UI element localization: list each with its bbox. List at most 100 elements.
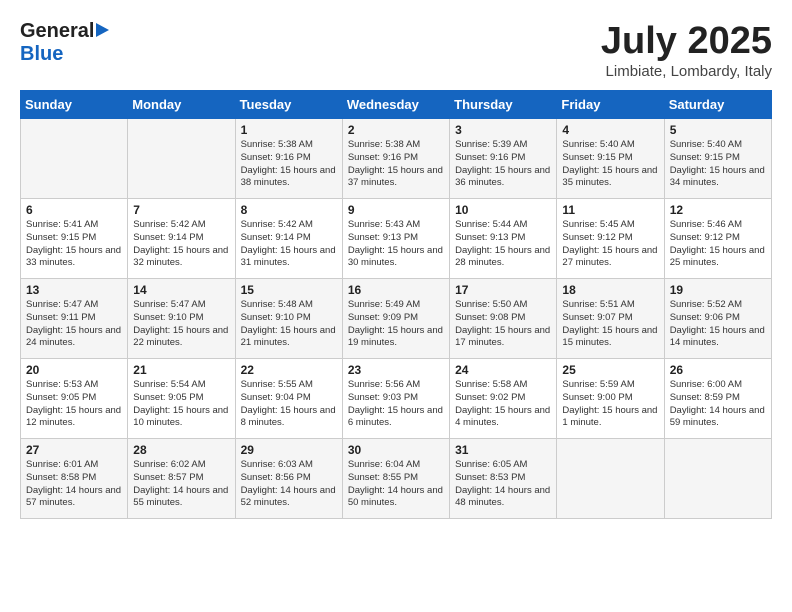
cell-sun-info: Sunrise: 5:47 AM Sunset: 9:10 PM Dayligh… <box>133 299 229 350</box>
cell-sun-info: Sunrise: 6:03 AM Sunset: 8:56 PM Dayligh… <box>241 459 337 510</box>
calendar-cell: 25Sunrise: 5:59 AM Sunset: 9:00 PM Dayli… <box>557 359 664 439</box>
calendar-week-row: 1 Sunrise: 5:38 AM Sunset: 9:16 PM Daylig… <box>21 119 772 199</box>
day-number: 1 <box>241 123 337 137</box>
cell-sun-info: Sunrise: 6:05 AM Sunset: 8:53 PM Dayligh… <box>455 459 551 510</box>
calendar-week-row: 6Sunrise: 5:41 AM Sunset: 9:15 PM Daylig… <box>21 199 772 279</box>
calendar-cell: 13Sunrise: 5:47 AM Sunset: 9:11 PM Dayli… <box>21 279 128 359</box>
cell-sun-info: Sunrise: 5:38 AM Sunset: 9:16 PM Dayligh… <box>348 139 444 190</box>
day-number: 15 <box>241 283 337 297</box>
cell-sun-info: Sunrise: 5:39 AM Sunset: 9:16 PM Dayligh… <box>455 139 551 190</box>
day-number: 4 <box>562 123 658 137</box>
calendar-cell <box>21 119 128 199</box>
cell-sun-info: Sunrise: 5:59 AM Sunset: 9:00 PM Dayligh… <box>562 379 658 430</box>
day-number: 31 <box>455 443 551 457</box>
calendar-cell: 19 Sunrise: 5:52 AM Sunset: 9:06 PM Dayli… <box>664 279 771 359</box>
day-number: 21 <box>133 363 229 377</box>
cell-sun-info: Sunrise: 5:40 AM Sunset: 9:15 PM Dayligh… <box>670 139 766 190</box>
cell-sun-info: Sunrise: 5:47 AM Sunset: 9:11 PM Dayligh… <box>26 299 122 350</box>
cell-sun-info: Sunrise: 5:58 AM Sunset: 9:02 PM Dayligh… <box>455 379 551 430</box>
calendar-cell <box>664 439 771 519</box>
calendar-cell: 14 Sunrise: 5:47 AM Sunset: 9:10 PM Dayli… <box>128 279 235 359</box>
calendar-cell: 16Sunrise: 5:49 AM Sunset: 9:09 PM Dayli… <box>342 279 449 359</box>
day-number: 28 <box>133 443 229 457</box>
calendar-cell: 11Sunrise: 5:45 AM Sunset: 9:12 PM Dayli… <box>557 199 664 279</box>
cell-sun-info: Sunrise: 5:38 AM Sunset: 9:16 PM Dayligh… <box>241 139 337 190</box>
day-number: 2 <box>348 123 444 137</box>
day-number: 29 <box>241 443 337 457</box>
cell-sun-info: Sunrise: 5:43 AM Sunset: 9:13 PM Dayligh… <box>348 219 444 270</box>
logo: General Blue <box>20 20 109 66</box>
calendar-cell: 6Sunrise: 5:41 AM Sunset: 9:15 PM Daylig… <box>21 199 128 279</box>
cell-sun-info: Sunrise: 5:49 AM Sunset: 9:09 PM Dayligh… <box>348 299 444 350</box>
calendar-cell: 4 Sunrise: 5:40 AM Sunset: 9:15 PM Daylig… <box>557 119 664 199</box>
day-number: 9 <box>348 203 444 217</box>
day-number: 8 <box>241 203 337 217</box>
calendar-cell: 24 Sunrise: 5:58 AM Sunset: 9:02 PM Dayli… <box>450 359 557 439</box>
cell-sun-info: Sunrise: 5:48 AM Sunset: 9:10 PM Dayligh… <box>241 299 337 350</box>
cell-sun-info: Sunrise: 5:42 AM Sunset: 9:14 PM Dayligh… <box>133 219 229 270</box>
calendar-cell <box>557 439 664 519</box>
calendar-cell: 26 Sunrise: 6:00 AM Sunset: 8:59 PM Dayli… <box>664 359 771 439</box>
weekday-header-thursday: Thursday <box>450 91 557 119</box>
logo-arrow-icon <box>96 23 109 37</box>
day-number: 18 <box>562 283 658 297</box>
day-number: 30 <box>348 443 444 457</box>
location-text: Limbiate, Lombardy, Italy <box>601 63 772 80</box>
cell-sun-info: Sunrise: 6:00 AM Sunset: 8:59 PM Dayligh… <box>670 379 766 430</box>
cell-sun-info: Sunrise: 5:46 AM Sunset: 9:12 PM Dayligh… <box>670 219 766 270</box>
day-number: 24 <box>455 363 551 377</box>
calendar-cell: 28 Sunrise: 6:02 AM Sunset: 8:57 PM Dayli… <box>128 439 235 519</box>
day-number: 6 <box>26 203 122 217</box>
cell-sun-info: Sunrise: 5:54 AM Sunset: 9:05 PM Dayligh… <box>133 379 229 430</box>
day-number: 23 <box>348 363 444 377</box>
cell-sun-info: Sunrise: 5:56 AM Sunset: 9:03 PM Dayligh… <box>348 379 444 430</box>
day-number: 20 <box>26 363 122 377</box>
day-number: 26 <box>670 363 766 377</box>
calendar-cell: 8 Sunrise: 5:42 AM Sunset: 9:14 PM Daylig… <box>235 199 342 279</box>
cell-sun-info: Sunrise: 6:04 AM Sunset: 8:55 PM Dayligh… <box>348 459 444 510</box>
day-number: 12 <box>670 203 766 217</box>
cell-sun-info: Sunrise: 5:53 AM Sunset: 9:05 PM Dayligh… <box>26 379 122 430</box>
calendar-cell: 10Sunrise: 5:44 AM Sunset: 9:13 PM Dayli… <box>450 199 557 279</box>
calendar-week-row: 20 Sunrise: 5:53 AM Sunset: 9:05 PM Dayli… <box>21 359 772 439</box>
day-number: 14 <box>133 283 229 297</box>
cell-sun-info: Sunrise: 6:02 AM Sunset: 8:57 PM Dayligh… <box>133 459 229 510</box>
calendar-cell <box>128 119 235 199</box>
calendar-cell: 12 Sunrise: 5:46 AM Sunset: 9:12 PM Dayli… <box>664 199 771 279</box>
calendar-cell: 9 Sunrise: 5:43 AM Sunset: 9:13 PM Daylig… <box>342 199 449 279</box>
cell-sun-info: Sunrise: 5:40 AM Sunset: 9:15 PM Dayligh… <box>562 139 658 190</box>
weekday-header-tuesday: Tuesday <box>235 91 342 119</box>
weekday-header-monday: Monday <box>128 91 235 119</box>
calendar-cell: 2 Sunrise: 5:38 AM Sunset: 9:16 PM Daylig… <box>342 119 449 199</box>
day-number: 22 <box>241 363 337 377</box>
logo-blue-text: Blue <box>20 43 63 66</box>
calendar-cell: 5 Sunrise: 5:40 AM Sunset: 9:15 PM Daylig… <box>664 119 771 199</box>
calendar-cell: 30 Sunrise: 6:04 AM Sunset: 8:55 PM Dayli… <box>342 439 449 519</box>
calendar-cell: 22Sunrise: 5:55 AM Sunset: 9:04 PM Dayli… <box>235 359 342 439</box>
calendar-cell: 27Sunrise: 6:01 AM Sunset: 8:58 PM Dayli… <box>21 439 128 519</box>
day-number: 19 <box>670 283 766 297</box>
cell-sun-info: Sunrise: 5:52 AM Sunset: 9:06 PM Dayligh… <box>670 299 766 350</box>
calendar-cell: 15 Sunrise: 5:48 AM Sunset: 9:10 PM Dayli… <box>235 279 342 359</box>
weekday-header-sunday: Sunday <box>21 91 128 119</box>
calendar-cell: 23 Sunrise: 5:56 AM Sunset: 9:03 PM Dayli… <box>342 359 449 439</box>
calendar-week-row: 13Sunrise: 5:47 AM Sunset: 9:11 PM Dayli… <box>21 279 772 359</box>
day-number: 10 <box>455 203 551 217</box>
day-number: 11 <box>562 203 658 217</box>
cell-sun-info: Sunrise: 6:01 AM Sunset: 8:58 PM Dayligh… <box>26 459 122 510</box>
title-block: July 2025 Limbiate, Lombardy, Italy <box>601 20 772 80</box>
weekday-header-wednesday: Wednesday <box>342 91 449 119</box>
calendar-cell: 20 Sunrise: 5:53 AM Sunset: 9:05 PM Dayli… <box>21 359 128 439</box>
weekday-header-friday: Friday <box>557 91 664 119</box>
month-title: July 2025 <box>601 20 772 63</box>
calendar-cell: 3Sunrise: 5:39 AM Sunset: 9:16 PM Daylig… <box>450 119 557 199</box>
cell-sun-info: Sunrise: 5:50 AM Sunset: 9:08 PM Dayligh… <box>455 299 551 350</box>
calendar-cell: 18 Sunrise: 5:51 AM Sunset: 9:07 PM Dayli… <box>557 279 664 359</box>
day-number: 7 <box>133 203 229 217</box>
cell-sun-info: Sunrise: 5:42 AM Sunset: 9:14 PM Dayligh… <box>241 219 337 270</box>
cell-sun-info: Sunrise: 5:51 AM Sunset: 9:07 PM Dayligh… <box>562 299 658 350</box>
calendar-cell: 17Sunrise: 5:50 AM Sunset: 9:08 PM Dayli… <box>450 279 557 359</box>
weekday-header-row: SundayMondayTuesdayWednesdayThursdayFrid… <box>21 91 772 119</box>
day-number: 5 <box>670 123 766 137</box>
calendar-cell: 21 Sunrise: 5:54 AM Sunset: 9:05 PM Dayli… <box>128 359 235 439</box>
